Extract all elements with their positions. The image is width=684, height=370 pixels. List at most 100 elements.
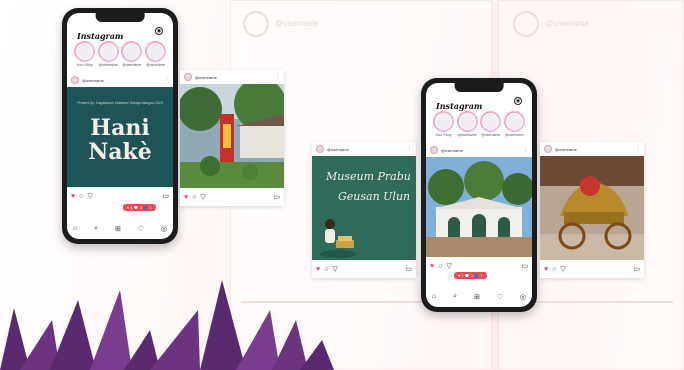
stories-bar: Your Story @username @username @username [73,41,167,71]
share-icon[interactable]: ▽ [332,265,337,273]
heart-icon[interactable]: ♥ [184,194,188,201]
heart-icon[interactable]: ♥ [430,263,434,270]
activity-icon[interactable]: ♡ [497,293,503,303]
instagram-logo: Instagram [77,31,124,41]
story-item[interactable]: @username [503,111,526,141]
post-image-title: Hani [90,115,150,141]
post-header: @username ⋮ [71,75,169,85]
background-username: @username [275,19,319,28]
story-item[interactable]: @username [144,41,167,71]
story-label: @username [145,63,166,67]
avatar[interactable] [71,76,79,84]
post-header: @username ⋮ [316,144,412,154]
post-header: @username ⋮ [430,145,528,155]
post-photo-golden-carriage [540,156,644,260]
instagram-logo: Instagram [436,101,483,111]
more-icon[interactable]: ⋮ [164,77,169,83]
more-icon[interactable]: ⋮ [523,147,528,153]
activity-icon[interactable]: ♡ [138,225,144,235]
story-item[interactable]: @username [456,111,479,141]
more-icon[interactable]: ⋮ [635,146,640,152]
story-item[interactable]: @username [479,111,502,141]
gamelan-player-illustration [320,219,356,258]
save-icon[interactable]: ▭ [633,265,640,273]
story-label: Your Story [435,133,452,137]
post-username[interactable]: @username [327,147,349,152]
post-username[interactable]: @username [82,78,104,83]
share-icon[interactable]: ▽ [446,262,451,270]
save-icon[interactable]: ▭ [405,265,412,273]
story-label: @username [481,133,501,137]
post-actions: ♥ ○ ▽ ▭ [71,191,169,201]
post-image[interactable] [426,157,532,257]
story-item[interactable]: @username [97,41,120,71]
home-icon[interactable]: ⌂ [432,293,436,303]
story-item[interactable]: Your Story [432,111,455,141]
post-image-title: Nakè [88,139,152,165]
post-actions: ♥ ○ ▽ ▭ [430,261,528,271]
purple-leaves-decoration [0,280,334,370]
phone-mockup-left: Instagram ◉ Your Story @username @userna… [62,8,178,244]
post-image[interactable]: Museum Prabu Geusan Ulun [312,156,416,260]
post-username[interactable]: @username [441,148,463,153]
share-icon[interactable]: ▽ [200,193,205,201]
background-avatar [243,11,269,37]
post-image[interactable] [178,78,286,188]
post-image-title: Geusan Ulun [338,190,411,203]
share-icon[interactable]: ▽ [87,192,92,200]
comment-icon[interactable]: ○ [324,266,328,273]
home-icon[interactable]: ⌂ [73,225,77,235]
messenger-icon[interactable]: ◉ [514,97,522,105]
story-label: @username [504,133,525,137]
add-post-icon[interactable]: ⊞ [474,293,480,303]
bottom-nav: ⌂ ⌕ ⊞ ♡ ◎ [432,293,526,303]
story-label: @username [122,63,142,67]
avatar[interactable] [544,145,552,153]
more-icon[interactable]: ⋮ [275,74,280,80]
save-icon[interactable]: ▭ [162,192,169,200]
story-item[interactable]: Your Story [73,41,96,71]
share-icon[interactable]: ▽ [560,265,565,273]
post-photo-museum-building [426,157,532,257]
story-label: Your Story [76,63,93,67]
messenger-icon[interactable]: ◉ [155,27,163,35]
avatar[interactable] [430,146,438,154]
search-icon[interactable]: ⌕ [453,293,457,303]
post-image-title: Museum Prabu [326,170,411,183]
profile-icon[interactable]: ◎ [520,293,526,303]
comment-icon[interactable]: ○ [192,194,196,201]
post-image[interactable]: Present by: Gagadanuh Matahari Sahaja Ma… [67,87,173,187]
more-icon[interactable]: ⋮ [407,146,412,152]
phone-mockup-right: Instagram ◉ Your Story @username @userna… [421,78,537,312]
post-card: @username ⋮ ♥ ○ ▽ ▭ [540,142,644,278]
post-username[interactable]: @username [195,75,217,80]
heart-icon[interactable]: ♥ [544,266,548,273]
search-icon[interactable]: ⌕ [94,225,98,235]
post-username[interactable]: @username [555,147,577,152]
avatar[interactable] [316,145,324,153]
heart-icon[interactable]: ♥ [316,266,320,273]
comment-icon[interactable]: ○ [552,266,556,273]
avatar[interactable] [184,73,192,81]
post-header: @username ⋮ [544,144,640,154]
notification-badge: ♥ 1 💬 1 👤 1 [454,272,487,279]
comment-icon[interactable]: ○ [79,193,83,200]
notification-badge: ♥ 1 💬 1 👤 1 [123,204,156,211]
post-actions: ♥ ○ ▽ ▭ [316,264,412,274]
story-item[interactable]: @username [120,41,143,71]
story-label: @username [98,63,118,67]
heart-icon[interactable]: ♥ [71,193,75,200]
post-photo-museum-sign [178,78,286,188]
phone-notch [95,13,145,22]
post-image[interactable] [540,156,644,260]
post-image-subtitle: Present by: Gagadanuh Matahari Sahaja Ma… [77,101,163,105]
post-header: @username ⋮ [184,72,280,82]
phone-screen: Instagram ◉ Your Story @username @userna… [426,83,532,307]
save-icon[interactable]: ▭ [521,262,528,270]
stories-bar: Your Story @username @username @username [432,111,526,141]
profile-icon[interactable]: ◎ [161,225,167,235]
save-icon[interactable]: ▭ [273,193,280,201]
add-post-icon[interactable]: ⊞ [115,225,121,235]
post-card: @username ⋮ Museum Prabu Geusan Ulun ♥ ○… [312,142,416,278]
comment-icon[interactable]: ○ [438,263,442,270]
